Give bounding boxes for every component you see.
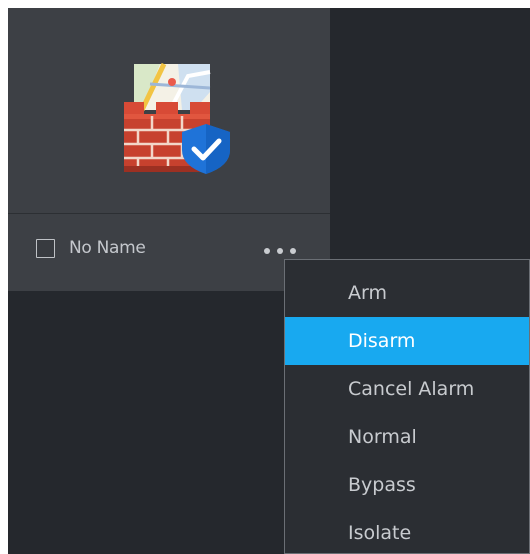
menu-item-isolate[interactable]: Isolate: [285, 509, 529, 554]
more-dot-icon: [264, 248, 270, 254]
device-select-checkbox[interactable]: [36, 239, 55, 258]
more-dot-icon: [277, 248, 283, 254]
firewall-shield-icon: [124, 62, 230, 174]
device-panel: No Name Arm Disarm Cancel Alarm Normal B…: [8, 8, 530, 554]
menu-item-arm[interactable]: Arm: [285, 269, 529, 317]
menu-item-disarm[interactable]: Disarm: [285, 317, 529, 365]
menu-item-normal[interactable]: Normal: [285, 413, 529, 461]
more-dot-icon: [290, 248, 296, 254]
more-options-menu: Arm Disarm Cancel Alarm Normal Bypass Is…: [284, 259, 530, 554]
device-name-label: No Name: [69, 238, 146, 258]
menu-item-bypass[interactable]: Bypass: [285, 461, 529, 509]
device-card-image-area[interactable]: [8, 8, 330, 213]
more-options-button[interactable]: [264, 246, 296, 256]
menu-item-cancel-alarm[interactable]: Cancel Alarm: [285, 365, 529, 413]
